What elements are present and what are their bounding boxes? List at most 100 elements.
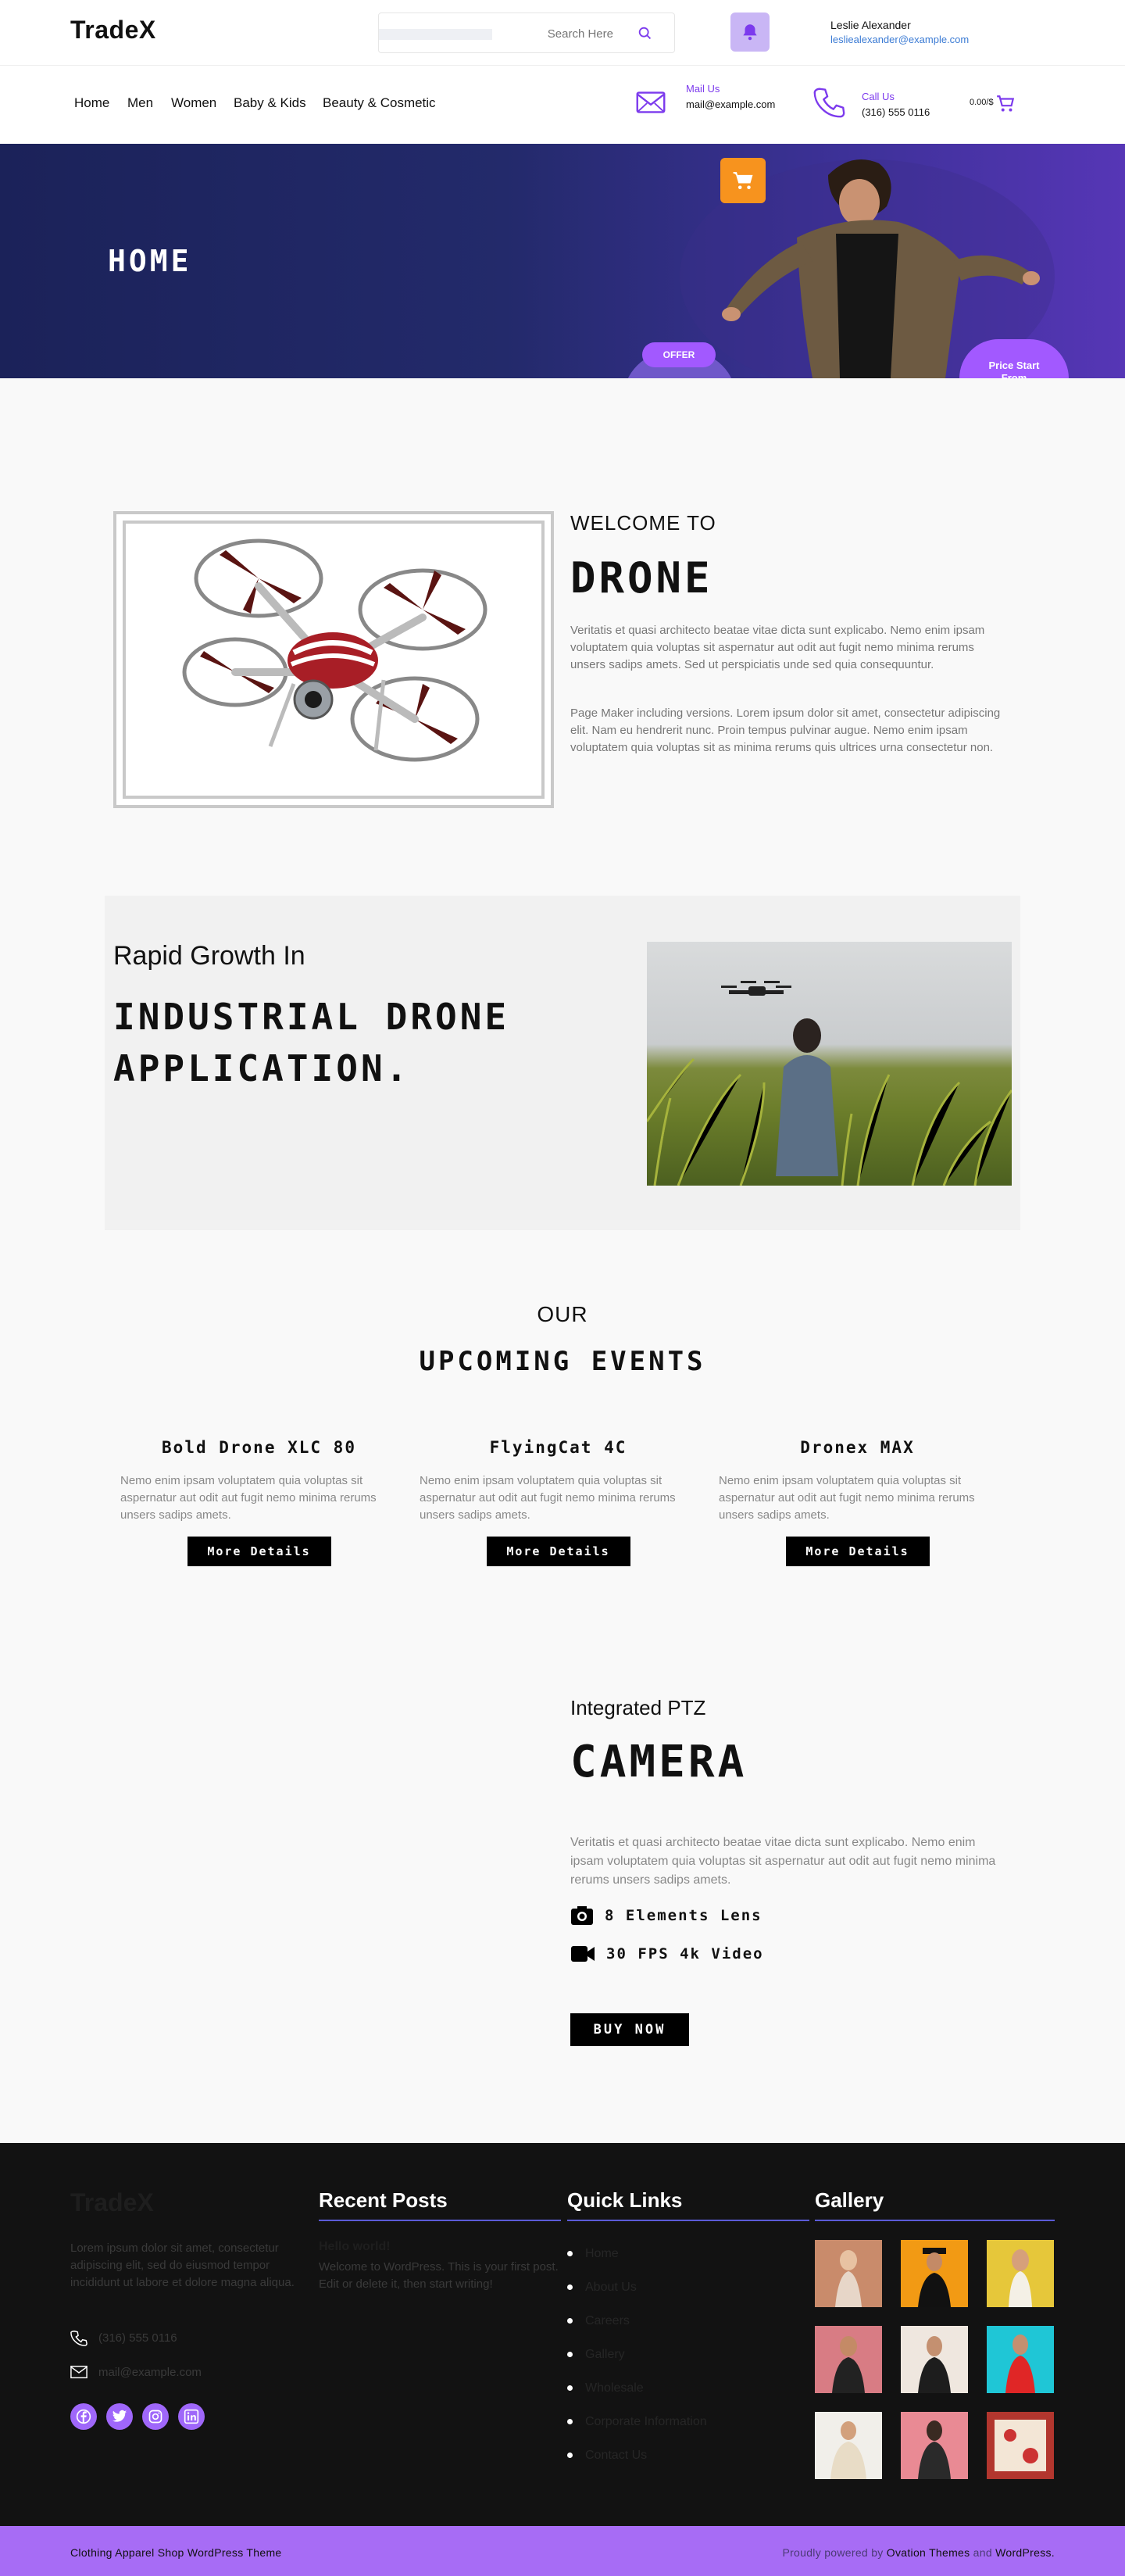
camera-icon (571, 1906, 593, 1925)
drone-image (182, 538, 488, 762)
feature-video-label: 30 FPS 4k Video (606, 1945, 764, 1962)
gallery-image-2[interactable] (901, 2240, 968, 2307)
gallery-rule (815, 2220, 1055, 2221)
quick-link-home[interactable]: Home (567, 2237, 707, 2270)
cart-icon[interactable] (995, 94, 1016, 114)
quick-link-corporate[interactable]: Corporate Information (567, 2405, 707, 2438)
mail-icon (70, 2365, 88, 2379)
quick-links-list: Home About Us Careers Gallery Wholesale … (567, 2237, 707, 2472)
powered-by-and: and (973, 2546, 992, 2559)
event-name: Dronex MAX (800, 1438, 915, 1457)
gallery-figure (918, 2336, 951, 2393)
quick-link-contact[interactable]: Contact Us (567, 2438, 707, 2472)
cart-total[interactable]: 0.00/$ (970, 98, 994, 107)
hero-cart-button[interactable] (720, 158, 766, 203)
gallery-image-8[interactable] (901, 2412, 968, 2479)
footer-logo[interactable]: TradeX (70, 2188, 154, 2217)
welcome-paragraph-1: Veritatis et quasi architecto beatae vit… (570, 624, 985, 671)
footer-email-text: mail@example.com (98, 2365, 202, 2379)
instagram-button[interactable] (142, 2403, 169, 2430)
camera-paragraph: Veritatis et quasi architecto beatae vit… (570, 1836, 996, 1887)
call-label: Call Us (862, 91, 895, 102)
event-card-1: Bold Drone XLC 80 Nemo enim ipsam volupt… (120, 1438, 398, 1566)
field-drone-illustration (647, 981, 1012, 1186)
cart-icon (733, 172, 753, 189)
gallery-figure (918, 2420, 951, 2479)
welcome-subtitle: WELCOME TO (570, 511, 716, 535)
quick-link-careers[interactable]: Careers (567, 2304, 707, 2338)
facebook-icon (76, 2409, 91, 2424)
camera-title: CAMERA (570, 1737, 748, 1787)
video-camera-icon (571, 1946, 595, 1962)
gallery-figure (995, 2420, 1046, 2471)
gallery-figure (835, 2250, 862, 2307)
feature-lens: 8 Elements Lens (570, 1905, 762, 1926)
gallery-image-6[interactable] (987, 2326, 1054, 2393)
event-text: Nemo enim ipsam voluptatem quia voluptas… (120, 1474, 377, 1522)
twitter-button[interactable] (106, 2403, 133, 2430)
quick-link-gallery[interactable]: Gallery (567, 2338, 707, 2371)
theme-name[interactable]: Clothing Apparel Shop WordPress Theme (70, 2546, 282, 2559)
offer-badge[interactable]: OFFER (642, 342, 716, 367)
welcome-paragraph-2: Page Maker including versions. Lorem ips… (570, 707, 1001, 754)
gallery-heading: Gallery (815, 2188, 884, 2212)
gallery-image-3[interactable] (987, 2240, 1054, 2307)
gallery-image-4[interactable] (815, 2326, 882, 2393)
nav-women[interactable]: Women (171, 95, 216, 111)
twitter-icon (112, 2410, 127, 2422)
welcome-title: DRONE (570, 553, 713, 603)
mail-value[interactable]: mail@example.com (686, 97, 781, 113)
gallery-image-1[interactable] (815, 2240, 882, 2307)
search-input[interactable] (520, 23, 613, 44)
notification-button[interactable] (730, 13, 770, 52)
linkedin-button[interactable] (178, 2403, 205, 2430)
hero-banner: HOME OFFER Price Start From (0, 144, 1125, 378)
main-navigation: Home Men Women Baby & Kids Beauty & Cosm… (0, 66, 1125, 144)
linkedin-icon (184, 2409, 199, 2424)
user-name: Leslie Alexander (830, 19, 911, 31)
more-details-button[interactable]: More Details (486, 1537, 630, 1566)
gallery-image-7[interactable] (815, 2412, 882, 2479)
facebook-button[interactable] (70, 2403, 97, 2430)
more-details-button[interactable]: More Details (785, 1537, 930, 1566)
copyright-bar: Clothing Apparel Shop WordPress Theme Pr… (0, 2526, 1125, 2576)
field-drone-photo (647, 942, 1012, 1186)
quick-link-wholesale[interactable]: Wholesale (567, 2371, 707, 2405)
post-title-link[interactable]: Hello world! (319, 2240, 391, 2254)
search-category-bar[interactable] (379, 29, 492, 40)
quick-link-about[interactable]: About Us (567, 2270, 707, 2304)
call-value[interactable]: (316) 555 0116 (862, 106, 930, 118)
gallery-image-9[interactable] (987, 2412, 1054, 2479)
wordpress-link[interactable]: WordPress. (995, 2546, 1055, 2559)
event-name: Bold Drone XLC 80 (162, 1438, 356, 1457)
feature-lens-label: 8 Elements Lens (605, 1907, 762, 1924)
events-title: UPCOMING EVENTS (419, 1346, 706, 1377)
events-subtitle: OUR (537, 1302, 588, 1326)
user-email[interactable]: lesliealexander@example.com (830, 34, 969, 45)
buy-now-button[interactable]: BUY NOW (570, 2013, 689, 2046)
phone-icon (70, 2331, 88, 2346)
site-logo[interactable]: TradeX (70, 16, 156, 45)
quick-links-rule (567, 2220, 809, 2221)
search-icon[interactable] (637, 25, 654, 42)
more-details-button[interactable]: More Details (187, 1537, 331, 1566)
drone-image-frame (113, 511, 554, 808)
nav-men[interactable]: Men (127, 95, 153, 111)
powered-by-prefix: Proudly powered by (782, 2546, 884, 2559)
event-card-3: Dronex MAX Nemo enim ipsam voluptatem qu… (719, 1438, 996, 1566)
phone-icon (813, 88, 845, 118)
search-box[interactable] (378, 13, 675, 53)
ovation-themes-link[interactable]: Ovation Themes (887, 2546, 970, 2559)
nav-beauty-cosmetic[interactable]: Beauty & Cosmetic (323, 95, 436, 111)
event-name: FlyingCat 4C (489, 1438, 627, 1457)
rapid-subtitle: Rapid Growth In (113, 941, 305, 971)
footer-about: Lorem ipsum dolor sit amet, consectetur … (70, 2241, 295, 2289)
footer-phone[interactable]: (316) 555 0116 (70, 2329, 177, 2346)
gallery-figure (832, 2336, 865, 2393)
gallery-image-5[interactable] (901, 2326, 968, 2393)
event-text: Nemo enim ipsam voluptatem quia voluptas… (420, 1474, 676, 1522)
nav-baby-kids[interactable]: Baby & Kids (234, 95, 306, 111)
event-card-2: FlyingCat 4C Nemo enim ipsam voluptatem … (420, 1438, 697, 1566)
footer-email[interactable]: mail@example.com (70, 2365, 202, 2379)
nav-home[interactable]: Home (74, 95, 109, 111)
